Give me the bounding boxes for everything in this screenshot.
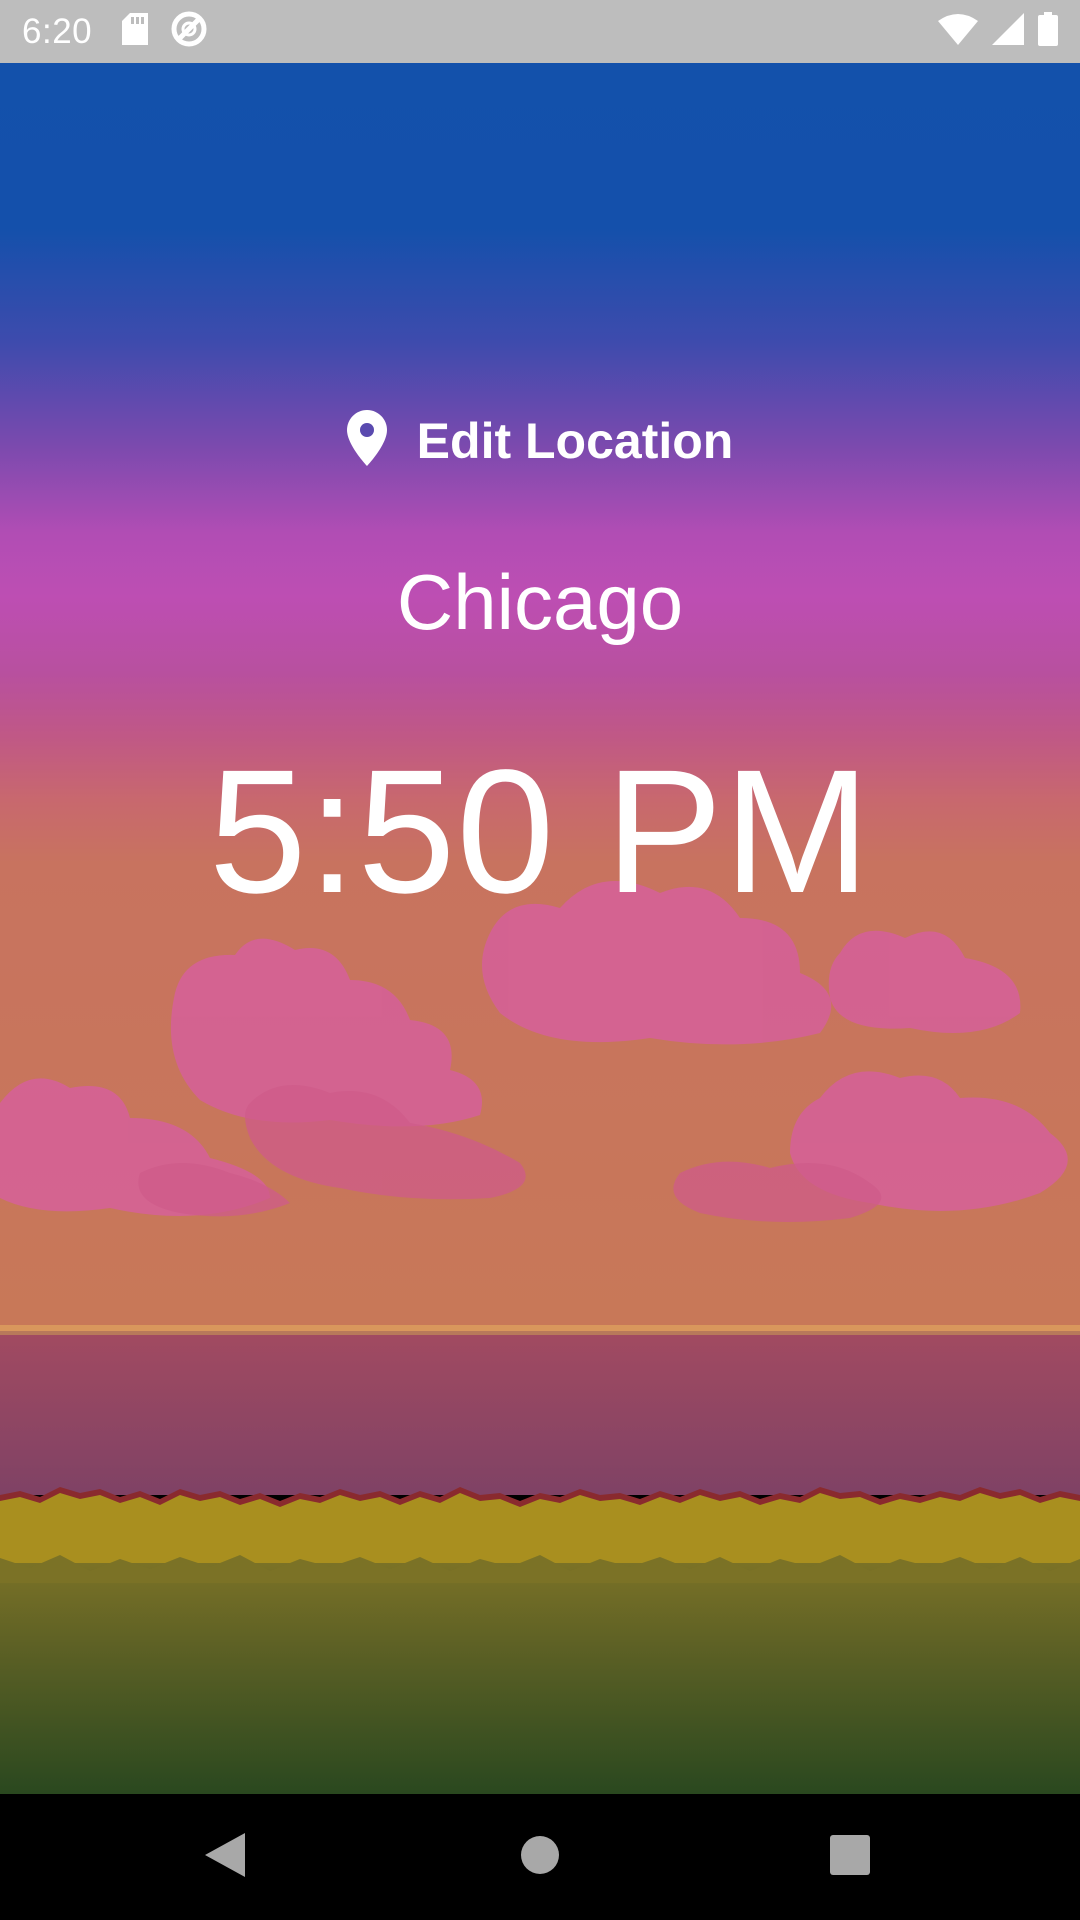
home-icon — [520, 1835, 560, 1880]
back-button[interactable] — [155, 1794, 295, 1920]
battery-icon — [1038, 12, 1058, 51]
edit-location-label: Edit Location — [416, 412, 734, 469]
location-pin-icon — [346, 410, 387, 471]
clock-content: Edit Location Chicago 5:50 PM — [0, 63, 1080, 1794]
status-time: 6:20 — [22, 11, 93, 51]
cell-signal-icon — [992, 13, 1024, 50]
back-icon — [205, 1832, 245, 1882]
status-bar: 6:20 — [0, 0, 1080, 63]
local-time: 5:50 PM — [208, 734, 872, 930]
city-name: Chicago — [396, 558, 684, 646]
app-screen: Edit Location Chicago 5:50 PM 6:20 — [0, 0, 1080, 1920]
data-saver-icon — [170, 10, 208, 53]
navigation-bar — [0, 1794, 1080, 1920]
recents-icon — [830, 1834, 870, 1880]
edit-location-button[interactable]: Edit Location — [0, 410, 1080, 471]
sd-card-icon — [122, 13, 149, 50]
home-button[interactable] — [470, 1794, 610, 1920]
wifi-icon — [938, 13, 978, 50]
recents-button[interactable] — [780, 1794, 920, 1920]
